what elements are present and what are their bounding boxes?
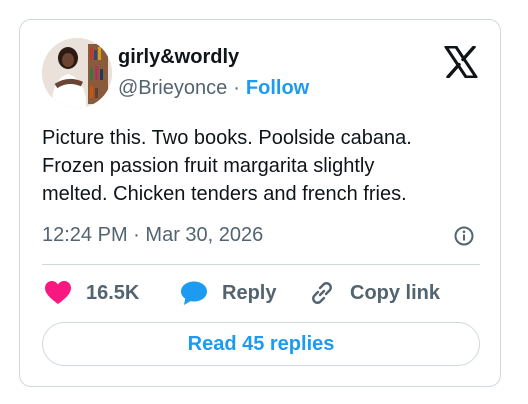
separator-dot: ·: [233, 77, 240, 99]
tweet-date: Mar 30, 2026: [145, 224, 264, 246]
tweet-line: melted. Chicken tenders and french fries…: [42, 183, 407, 205]
x-logo-icon[interactable]: [444, 45, 478, 79]
reply-button[interactable]: Reply: [180, 276, 276, 310]
like-count: 16.5K: [86, 281, 140, 304]
tweet-card: girly&wordly @Brieyonce · Follow Picture t…: [19, 19, 501, 387]
tweet-text: Picture this. Two books. Poolside cabana…: [42, 124, 482, 208]
divider: [42, 264, 480, 265]
reply-bubble-icon: [181, 281, 207, 305]
link-icon: [312, 282, 332, 304]
tweet-line: Frozen passion fruit margarita slightly: [42, 155, 375, 177]
read-replies-button[interactable]: Read 45 replies: [42, 322, 480, 366]
tweet-line: Picture this. Two books. Poolside cabana…: [42, 127, 412, 149]
reply-label: Reply: [222, 281, 277, 304]
handle-row: @Brieyonce · Follow: [118, 77, 309, 100]
copy-link-button[interactable]: Copy link: [308, 276, 440, 310]
author-name[interactable]: girly&wordly: [118, 46, 239, 69]
meta-separator: ·: [133, 224, 140, 246]
avatar[interactable]: [42, 38, 112, 108]
follow-button[interactable]: Follow: [246, 77, 309, 99]
heart-icon: [45, 281, 71, 304]
author-handle[interactable]: @Brieyonce: [118, 77, 227, 99]
tweet-time: 12:24 PM: [42, 224, 128, 246]
copy-link-label: Copy link: [350, 281, 441, 304]
info-icon[interactable]: [453, 225, 475, 247]
like-button[interactable]: 16.5K: [44, 276, 139, 310]
timestamp[interactable]: 12:24 PM · Mar 30, 2026: [42, 224, 263, 247]
